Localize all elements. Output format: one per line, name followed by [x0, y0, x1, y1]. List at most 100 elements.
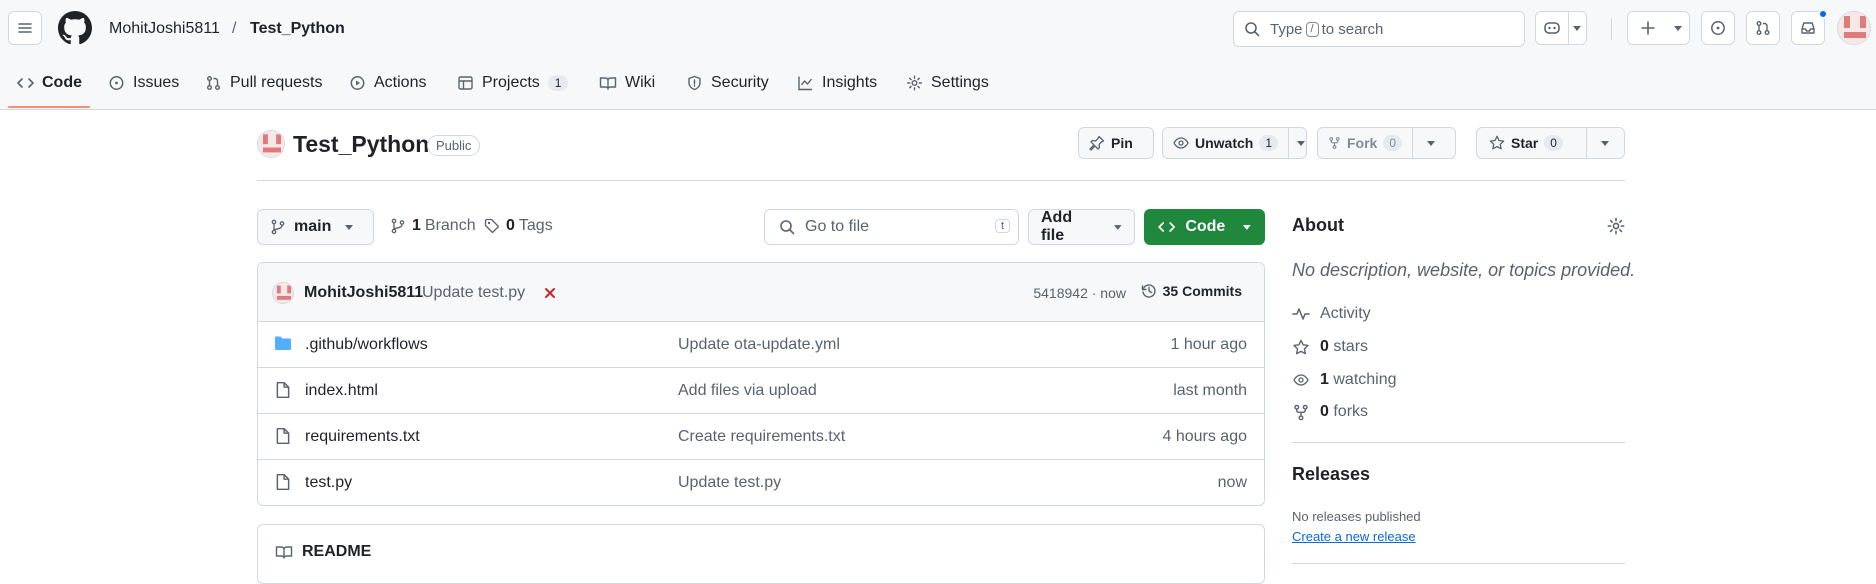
book-icon — [599, 77, 617, 90]
table-row[interactable]: .github/workflows Update ota-update.yml … — [258, 322, 1264, 368]
stars-link[interactable]: 0 stars — [1292, 338, 1368, 356]
file-age: last month — [1173, 382, 1247, 399]
tab-wiki[interactable]: Wiki — [599, 70, 655, 96]
git-branch-icon — [271, 219, 285, 235]
caret-down-icon — [1601, 140, 1609, 146]
code-icon — [17, 78, 34, 88]
add-file-button[interactable]: Add file — [1028, 209, 1135, 245]
shield-icon — [688, 75, 701, 91]
unwatch-dropdown[interactable] — [1289, 128, 1313, 158]
tab-label: Pull requests — [230, 74, 323, 91]
branches-label: Branch — [424, 217, 476, 234]
caret-down-icon — [345, 224, 354, 230]
commit-message[interactable]: Update test.py — [422, 284, 525, 302]
file-commit-message[interactable]: Update ota-update.yml — [678, 336, 840, 354]
create-release-link[interactable]: Create a new release — [1292, 529, 1416, 544]
file-age: 4 hours ago — [1162, 428, 1247, 445]
sidebar-divider — [1292, 563, 1625, 564]
star-dropdown[interactable] — [1587, 128, 1623, 158]
file-name[interactable]: test.py — [305, 474, 352, 492]
commits-history-link[interactable]: 35 Commits — [1141, 283, 1242, 299]
fork-label: Fork — [1346, 135, 1378, 151]
tab-projects[interactable]: Projects 1 — [457, 70, 569, 96]
file-name[interactable]: .github/workflows — [305, 336, 428, 354]
pin-button[interactable]: Pin — [1078, 127, 1154, 159]
copilot-dropdown[interactable] — [1569, 12, 1586, 44]
tags-count: 0 — [506, 217, 515, 234]
tab-code[interactable]: Code — [17, 70, 82, 96]
code-label: Code — [1185, 218, 1226, 235]
pull-requests-button[interactable] — [1746, 11, 1780, 45]
latest-commit-bar: MohitJoshi5811 Update test.py 5418942 · … — [258, 263, 1264, 322]
tags-link[interactable]: 0 Tags — [484, 217, 553, 235]
tab-insights[interactable]: Insights — [797, 70, 877, 96]
file-commit-message[interactable]: Create requirements.txt — [678, 428, 845, 446]
table-row[interactable]: requirements.txt Create requirements.txt… — [258, 414, 1264, 460]
tab-issues[interactable]: Issues — [108, 70, 179, 96]
breadcrumb-repo[interactable]: Test_Python — [250, 19, 345, 39]
search-prefix: Type — [1270, 20, 1303, 38]
branch-selector[interactable]: main — [257, 209, 374, 245]
unwatch-label: Unwatch — [1195, 135, 1254, 151]
github-logo-icon[interactable] — [58, 11, 92, 45]
tab-label: Issues — [133, 74, 180, 91]
table-row[interactable]: index.html Add files via upload last mon… — [258, 368, 1264, 414]
tab-label: Projects — [482, 74, 540, 91]
visibility-badge: Public — [427, 135, 481, 156]
caret-down-icon — [1573, 25, 1582, 31]
star-button[interactable]: Star 0 — [1476, 127, 1625, 159]
commit-sha-time[interactable]: 5418942 · now — [1033, 285, 1126, 301]
star-count: 0 — [1544, 135, 1563, 151]
about-description: No description, website, or topics provi… — [1292, 260, 1636, 280]
commit-author[interactable]: MohitJoshi5811 — [304, 284, 423, 302]
search-input[interactable]: Type / to search — [1233, 11, 1525, 47]
file-commit-message[interactable]: Add files via upload — [678, 382, 817, 400]
file-icon — [276, 427, 290, 445]
pin-icon — [1089, 135, 1105, 151]
code-button[interactable]: Code — [1144, 209, 1265, 245]
repo-owner-avatar[interactable] — [257, 130, 285, 158]
git-pull-request-icon — [207, 76, 220, 90]
branches-link[interactable]: 1 Branch — [390, 217, 476, 235]
issues-button[interactable] — [1701, 11, 1735, 45]
forks-link[interactable]: 0 forks — [1292, 403, 1368, 421]
stars-count: 0 — [1320, 338, 1329, 355]
releases-heading[interactable]: Releases — [1292, 464, 1370, 485]
tab-pull-requests[interactable]: Pull requests — [205, 70, 323, 96]
activity-link[interactable]: Activity — [1292, 305, 1371, 323]
breadcrumb-owner[interactable]: MohitJoshi5811 — [109, 19, 220, 39]
file-commit-message[interactable]: Update test.py — [678, 474, 781, 492]
commits-count: 35 Commits — [1162, 283, 1242, 299]
tab-settings[interactable]: Settings — [906, 70, 989, 96]
readme-tab[interactable]: README — [275, 543, 371, 561]
create-new-button[interactable] — [1627, 11, 1690, 45]
watching-count: 1 — [1320, 371, 1329, 388]
go-to-file-input[interactable]: Go to file t — [764, 209, 1019, 245]
history-icon — [1141, 284, 1156, 298]
file-name[interactable]: requirements.txt — [305, 428, 420, 446]
x-fail-icon[interactable] — [543, 286, 557, 300]
tab-security[interactable]: Security — [686, 70, 769, 96]
star-icon — [1489, 135, 1505, 150]
watching-link[interactable]: 1 watching — [1292, 371, 1397, 389]
table-row[interactable]: test.py Update test.py now — [258, 460, 1264, 505]
search-icon — [780, 220, 795, 235]
tab-label: Actions — [374, 74, 427, 91]
repo-title[interactable]: Test_Python — [293, 131, 429, 158]
branches-count: 1 — [412, 217, 421, 234]
gear-icon[interactable] — [1607, 217, 1625, 235]
table-icon — [458, 76, 473, 90]
commit-author-avatar[interactable] — [272, 282, 294, 304]
fork-button[interactable]: Fork 0 — [1317, 127, 1456, 159]
copilot-button[interactable] — [1535, 11, 1587, 45]
tab-label: Security — [711, 74, 769, 91]
tab-label: Insights — [822, 74, 878, 91]
search-icon — [1245, 22, 1260, 37]
user-avatar[interactable] — [1837, 11, 1871, 45]
caret-down-icon — [1427, 140, 1435, 146]
tab-actions[interactable]: Actions — [349, 70, 426, 96]
unwatch-button[interactable]: Unwatch 1 — [1162, 127, 1307, 159]
fork-dropdown[interactable] — [1413, 128, 1449, 158]
menu-button[interactable] — [8, 11, 42, 45]
file-name[interactable]: index.html — [305, 382, 378, 400]
